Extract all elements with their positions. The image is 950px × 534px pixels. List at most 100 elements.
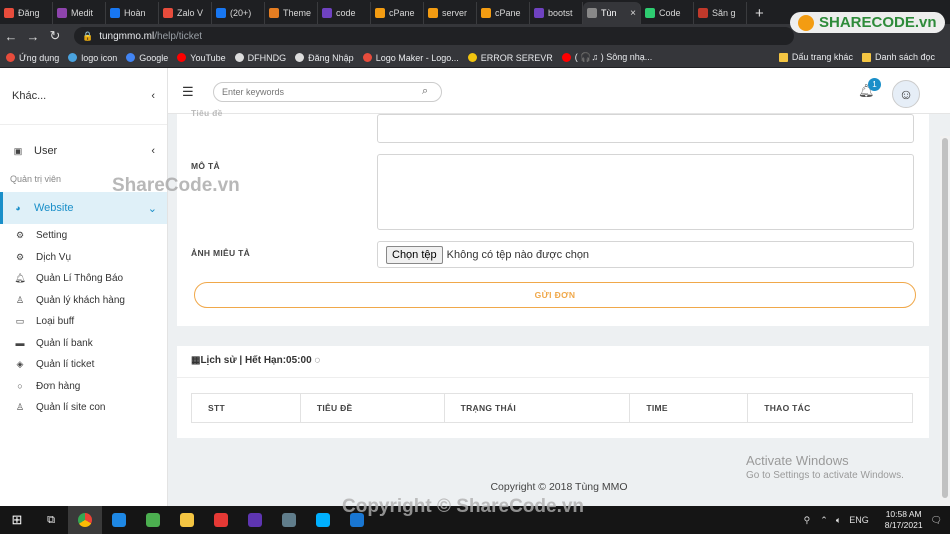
language-indicator[interactable]: ENG	[849, 515, 869, 525]
tab-favicon-icon	[534, 8, 544, 18]
address-bar[interactable]: 🔒 tungmmo.ml/help/ticket	[74, 27, 794, 45]
reload-icon[interactable]: ↻	[44, 28, 66, 44]
table-header-cell[interactable]: STT	[191, 393, 301, 423]
taskbar-app-icon[interactable]	[306, 506, 340, 534]
tab-favicon-icon	[57, 8, 67, 18]
browser-tab[interactable]: Theme	[265, 2, 318, 24]
app-glyph-icon	[282, 513, 296, 527]
browser-tab[interactable]: cPane	[371, 2, 424, 24]
bookmark-icon	[362, 53, 372, 62]
sidebar-item[interactable]: ▬ Quản lí bank	[0, 333, 167, 355]
table-header-cell[interactable]: TIME	[629, 393, 749, 423]
bookmark-item[interactable]: DFHNDG	[234, 53, 286, 63]
bookmark-folder[interactable]: Danh sách đọc	[861, 52, 935, 62]
browser-tab[interactable]: Code	[641, 2, 694, 24]
history-table: STT TIÊU ĐỀ TRẠNG THÁI TIME THAO TÁC	[191, 393, 913, 423]
title-input[interactable]	[377, 114, 914, 143]
browser-tab[interactable]: server	[424, 2, 477, 24]
volume-icon[interactable]: 🔈︎	[836, 515, 841, 526]
people-icon[interactable]: ⚲	[804, 515, 811, 526]
submit-ticket-button[interactable]: GỬI ĐƠN	[194, 282, 916, 308]
sidebar-item[interactable]: ◈ Quản lí ticket	[0, 354, 167, 376]
taskbar-app-icon[interactable]	[102, 506, 136, 534]
browser-tab[interactable]: (20+)	[212, 2, 265, 24]
browser-tab[interactable]: Săn g	[694, 2, 747, 24]
browser-tab[interactable]: cPane	[477, 2, 530, 24]
tab-label: Code	[659, 8, 681, 18]
bookmark-icon	[295, 53, 305, 62]
bookmark-item[interactable]: Ứng dụng	[6, 53, 59, 63]
browser-tab[interactable]: Đăng	[0, 2, 53, 24]
browser-tab[interactable]: Zalo V	[159, 2, 212, 24]
bookmark-item[interactable]: YouTube	[177, 53, 226, 63]
task-view-icon[interactable]: ⧉	[34, 506, 68, 534]
taskbar-app-icon[interactable]	[238, 506, 272, 534]
table-header-cell[interactable]: TRẠNG THÁI	[443, 393, 631, 423]
back-icon[interactable]: ←	[0, 29, 22, 44]
app-glyph-icon	[112, 513, 126, 527]
windows-start-icon[interactable]: ⊞	[0, 506, 34, 534]
sidebar-item-label: Quản lí bank	[36, 337, 93, 349]
sidebar-item[interactable]: ⚙ Setting	[0, 225, 167, 247]
taskbar-app-icon[interactable]	[68, 506, 102, 534]
sidebar-header[interactable]: Khác... ‹	[0, 68, 167, 125]
bookmark-item[interactable]: Logo Maker - Logo...	[362, 53, 459, 63]
browser-tab[interactable]: Hoàn	[106, 2, 159, 24]
scrollbar-thumb[interactable]	[942, 138, 948, 498]
image-file-input[interactable]: Chọn tệp Không có tệp nào được chọn	[377, 241, 914, 268]
browser-tab[interactable]: Tùn ×	[583, 2, 641, 24]
sidebar-item-user[interactable]: ▣ User ‹	[0, 134, 167, 168]
sidebar-item-label: Website	[34, 202, 74, 214]
sidebar-item-label: Dịch Vụ	[36, 251, 72, 263]
sidebar-item[interactable]: ○ Đơn hàng	[0, 376, 167, 398]
forward-icon[interactable]: →	[22, 29, 44, 44]
taskbar-app-icon[interactable]	[136, 506, 170, 534]
activate-windows-notice: Activate Windows Go to Settings to activ…	[746, 453, 904, 481]
notification-center-icon[interactable]: 🗨︎	[931, 515, 942, 526]
bookmark-icon	[126, 53, 136, 62]
bookmark-item[interactable]: logo icon	[68, 53, 117, 63]
tab-label: Đăng	[18, 8, 40, 18]
description-textarea[interactable]	[377, 154, 914, 230]
bookmark-item[interactable]: Đăng Nhập	[295, 53, 354, 63]
browser-tab[interactable]: bootst	[530, 2, 583, 24]
search-input[interactable]	[213, 82, 442, 102]
new-tab-button[interactable]: +	[747, 2, 772, 24]
sidebar-item[interactable]: ♙ Quản lý khách hàng	[0, 290, 167, 312]
bookmark-item[interactable]: ( 🎧♫ ) Sông nhạ...	[561, 52, 652, 63]
gears-icon: ⚙	[15, 251, 25, 262]
chevron-left-icon[interactable]: ‹	[151, 90, 155, 102]
scrollbar[interactable]	[940, 136, 950, 506]
hamburger-icon[interactable]: ☰	[182, 84, 194, 100]
sidebar-item[interactable]: ♙ Quản lí site con	[0, 397, 167, 419]
dashboard-icon: ◕	[15, 203, 21, 213]
clock[interactable]: 10:58 AM 8/17/2021	[877, 509, 931, 531]
table-header-cell[interactable]: THAO TÁC	[747, 393, 913, 423]
taskbar-app-icon[interactable]	[204, 506, 238, 534]
choose-file-button[interactable]: Chọn tệp	[386, 245, 443, 264]
sidebar-item[interactable]: 🔔︎ Quản Lí Thông Báo	[0, 268, 167, 290]
tab-favicon-icon	[645, 8, 655, 18]
spinner-icon: ◌	[314, 355, 321, 366]
close-icon[interactable]: ×	[630, 8, 636, 19]
user-icon: ♙	[15, 402, 25, 413]
taskbar-app-icon[interactable]	[272, 506, 306, 534]
bookmark-item[interactable]: Google	[126, 53, 168, 63]
bookmark-label: Dấu trang khác	[791, 52, 853, 62]
bookmark-item[interactable]: ERROR SEREVR	[467, 53, 553, 63]
search-icon[interactable]: ⌕	[422, 85, 428, 98]
clock-date: 8/17/2021	[884, 520, 923, 530]
tab-favicon-icon	[698, 8, 708, 18]
browser-tab[interactable]: code	[318, 2, 371, 24]
table-header-cell[interactable]: TIÊU ĐỀ	[299, 393, 445, 423]
chevron-up-icon[interactable]: ⌃	[820, 515, 828, 526]
tab-favicon-icon	[428, 8, 438, 18]
tab-favicon-icon	[110, 8, 120, 18]
taskbar-app-icon[interactable]	[170, 506, 204, 534]
sidebar-item[interactable]: ▭ Loại buff	[0, 311, 167, 333]
bookmark-folder[interactable]: Dấu trang khác	[778, 52, 853, 62]
sidebar-item[interactable]: ⚙ Dịch Vụ	[0, 247, 167, 269]
tab-label: code	[336, 8, 356, 18]
browser-tab[interactable]: Medit	[53, 2, 106, 24]
avatar[interactable]: ☺	[892, 80, 920, 108]
